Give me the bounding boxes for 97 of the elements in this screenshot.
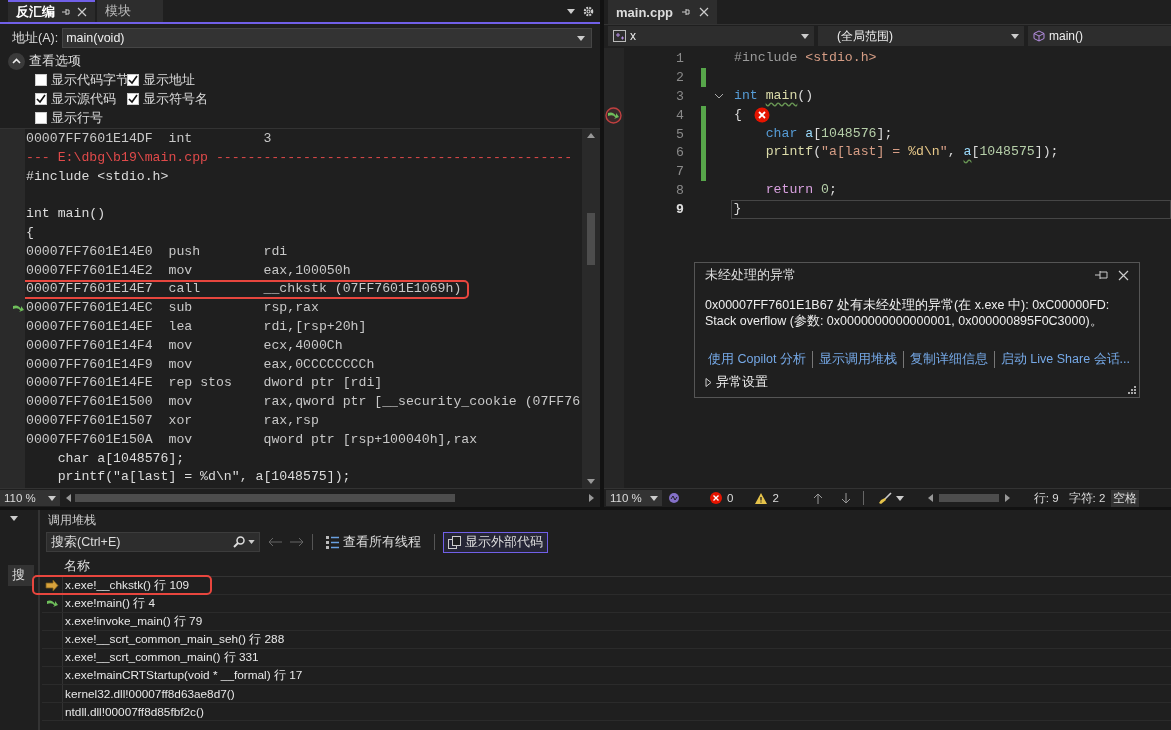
code-operand: rax,qword ptr [__security_cookie (07FF76 (263, 393, 581, 412)
column-indicator: 字符: 2 (1068, 490, 1106, 506)
code-mnemonic: sub (168, 299, 194, 318)
code-mnemonic: mov (168, 430, 194, 449)
line-indicator: 行: 9 (1033, 490, 1059, 506)
search-field[interactable]: 搜索(Ctrl+E) (46, 532, 260, 552)
project-dropdown[interactable]: x (608, 26, 814, 46)
code-operand: dword ptr [rdi] (263, 374, 383, 393)
source-line: printf("a[last] = %d\n", a[1048575]); (56, 468, 351, 487)
code-mnemonic: mov (168, 261, 194, 280)
code-mnemonic: rep stos (168, 374, 233, 393)
line-number: 8 (675, 183, 685, 199)
code-mnemonic: push (168, 242, 202, 261)
code-address: 00007FF7601E14FE (26, 374, 154, 393)
zoom-combo[interactable]: 110 % (606, 490, 662, 506)
tab[interactable]: 模块 (97, 0, 163, 22)
whitespace-indicator[interactable]: 空格 (1111, 489, 1140, 507)
code-line: return 0; (764, 181, 838, 200)
popup-title: 未经处理的异常 (705, 267, 796, 284)
popup-link[interactable]: 显示调用堆栈 (811, 351, 903, 368)
source-line: #include <stdio.h> (26, 167, 169, 186)
code-line: printf("a[last] = %d\n", a[1048575]); (764, 143, 1060, 162)
stack-frame[interactable]: x.exe!invoke_main() 行 79 (65, 613, 203, 630)
code-operand: rsp,rax (263, 299, 319, 318)
panel-title: 调用堆栈 (47, 511, 97, 529)
stack-frame[interactable]: ntdll.dll!00007ff8d85fbf2c() (65, 704, 204, 719)
side-tab[interactable]: 搜 (8, 565, 34, 586)
tab[interactable]: main.cpp (608, 0, 718, 24)
code-line: int main() (734, 86, 815, 105)
code-operand: rdi,[rsp+20h] (263, 317, 367, 336)
code-address: 00007FF7601E14EF (26, 317, 154, 336)
code-address: 00007FF7601E150A (26, 430, 154, 449)
line-number: 2 (675, 69, 685, 85)
checkbox-label: 显示地址 (143, 72, 195, 88)
stack-frame[interactable]: x.exe!__chkstk() 行 109 (65, 577, 190, 594)
source-line: char a[1048576]; (56, 449, 185, 468)
checkbox-label: 显示行号 (51, 110, 103, 126)
code-mnemonic: mov (168, 355, 194, 374)
popup-link[interactable]: 启动 Live Share 会话... (993, 351, 1136, 368)
code-mnemonic: mov (168, 336, 194, 355)
member-dropdown[interactable]: main() (1028, 26, 1171, 46)
stack-frame[interactable]: x.exe!mainCRTStartup(void * __formal) 行 17 (65, 667, 303, 684)
stack-frame[interactable]: x.exe!__scrt_common_main_seh() 行 288 (65, 631, 285, 648)
code-mnemonic: xor (168, 411, 194, 430)
popup-link[interactable]: 复制详细信息 (902, 351, 994, 368)
scope-dropdown[interactable]: (全局范围) (818, 26, 1024, 46)
line-number: 7 (675, 164, 685, 180)
code-operand: ecx,4000Ch (263, 336, 343, 355)
code-mnemonic: int (168, 130, 194, 148)
toolbar-button[interactable]: 显示外部代码 (443, 531, 548, 553)
source-line: int main() (26, 205, 106, 224)
address-label: 地址(A): (12, 29, 59, 47)
checkbox-label: 显示符号名 (143, 91, 208, 107)
line-number: 6 (675, 145, 685, 161)
stack-frame[interactable]: x.exe!__scrt_common_main() 行 331 (65, 649, 259, 666)
zoom-combo[interactable]: 110 % (0, 490, 60, 506)
code-operand: eax,0CCCCCCCCh (263, 355, 375, 374)
line-number: 3 (675, 88, 685, 104)
code-mnemonic: lea (168, 317, 194, 336)
code-address: 00007FF7601E14F9 (26, 355, 154, 374)
checkbox-label: 显示源代码 (51, 91, 116, 107)
code-line: { (734, 105, 1171, 125)
code-address: 00007FF7601E14E7 (26, 280, 154, 299)
settings-toggle[interactable]: 异常设置 (716, 374, 768, 391)
popup-link[interactable]: 使用 Copilot 分析 (705, 351, 812, 368)
line-number: 9 (675, 202, 685, 218)
code-line: char a[1048576]; (764, 124, 894, 143)
code-mnemonic: mov (168, 393, 194, 412)
code-operand: __chkstk (07FF7601E1069h) (263, 280, 462, 299)
code-operand: rdi (263, 242, 288, 261)
code-address: 00007FF7601E1507 (26, 411, 154, 430)
code-address: 00007FF7601E14F4 (26, 336, 154, 355)
stack-frame[interactable]: x.exe!main() 行 4 (65, 595, 156, 612)
code-address: 00007FF7601E14EC (26, 299, 154, 318)
address-combo[interactable]: main(void) (62, 28, 592, 48)
checkbox-label: 显示代码字节 (51, 72, 129, 88)
code-address: 00007FF7601E14E0 (26, 242, 154, 261)
code-operand: eax,100050h (263, 261, 351, 280)
stack-frame[interactable]: kernel32.dll!00007ff8d63ae8d7() (65, 686, 235, 701)
code-line: #include <stdio.h> (734, 49, 878, 67)
code-operand: qword ptr [rsp+100040h],rax (263, 430, 478, 449)
toolbar-button[interactable]: 查看所有线程 (321, 531, 426, 553)
code-operand: 3 (263, 130, 272, 148)
code-address: 00007FF7601E14DF (26, 130, 154, 148)
line-number: 4 (675, 107, 685, 123)
column-header[interactable]: 名称 (42, 556, 1171, 577)
line-number: 1 (675, 50, 685, 66)
tab[interactable]: 反汇编 (8, 0, 95, 22)
exception-message: 0x00007FF7601E1B67 处有未经处理的异常(在 x.exe 中): 0xC00000FD: Stack overflow (参数: 0x0000000000000001, 0x000000895F0C3000)。 (705, 297, 1111, 329)
options-title: 查看选项 (29, 52, 81, 70)
line-number: 5 (675, 126, 685, 142)
code-operand: rax,rsp (263, 411, 319, 430)
source-file-line: --- E:\dbg\b19\main.cpp --------------------------------------------- (26, 148, 573, 167)
source-line: { (26, 224, 34, 242)
code-mnemonic: call (168, 280, 202, 299)
code-address: 00007FF7601E14E2 (26, 261, 154, 280)
code-address: 00007FF7601E1500 (26, 393, 154, 412)
